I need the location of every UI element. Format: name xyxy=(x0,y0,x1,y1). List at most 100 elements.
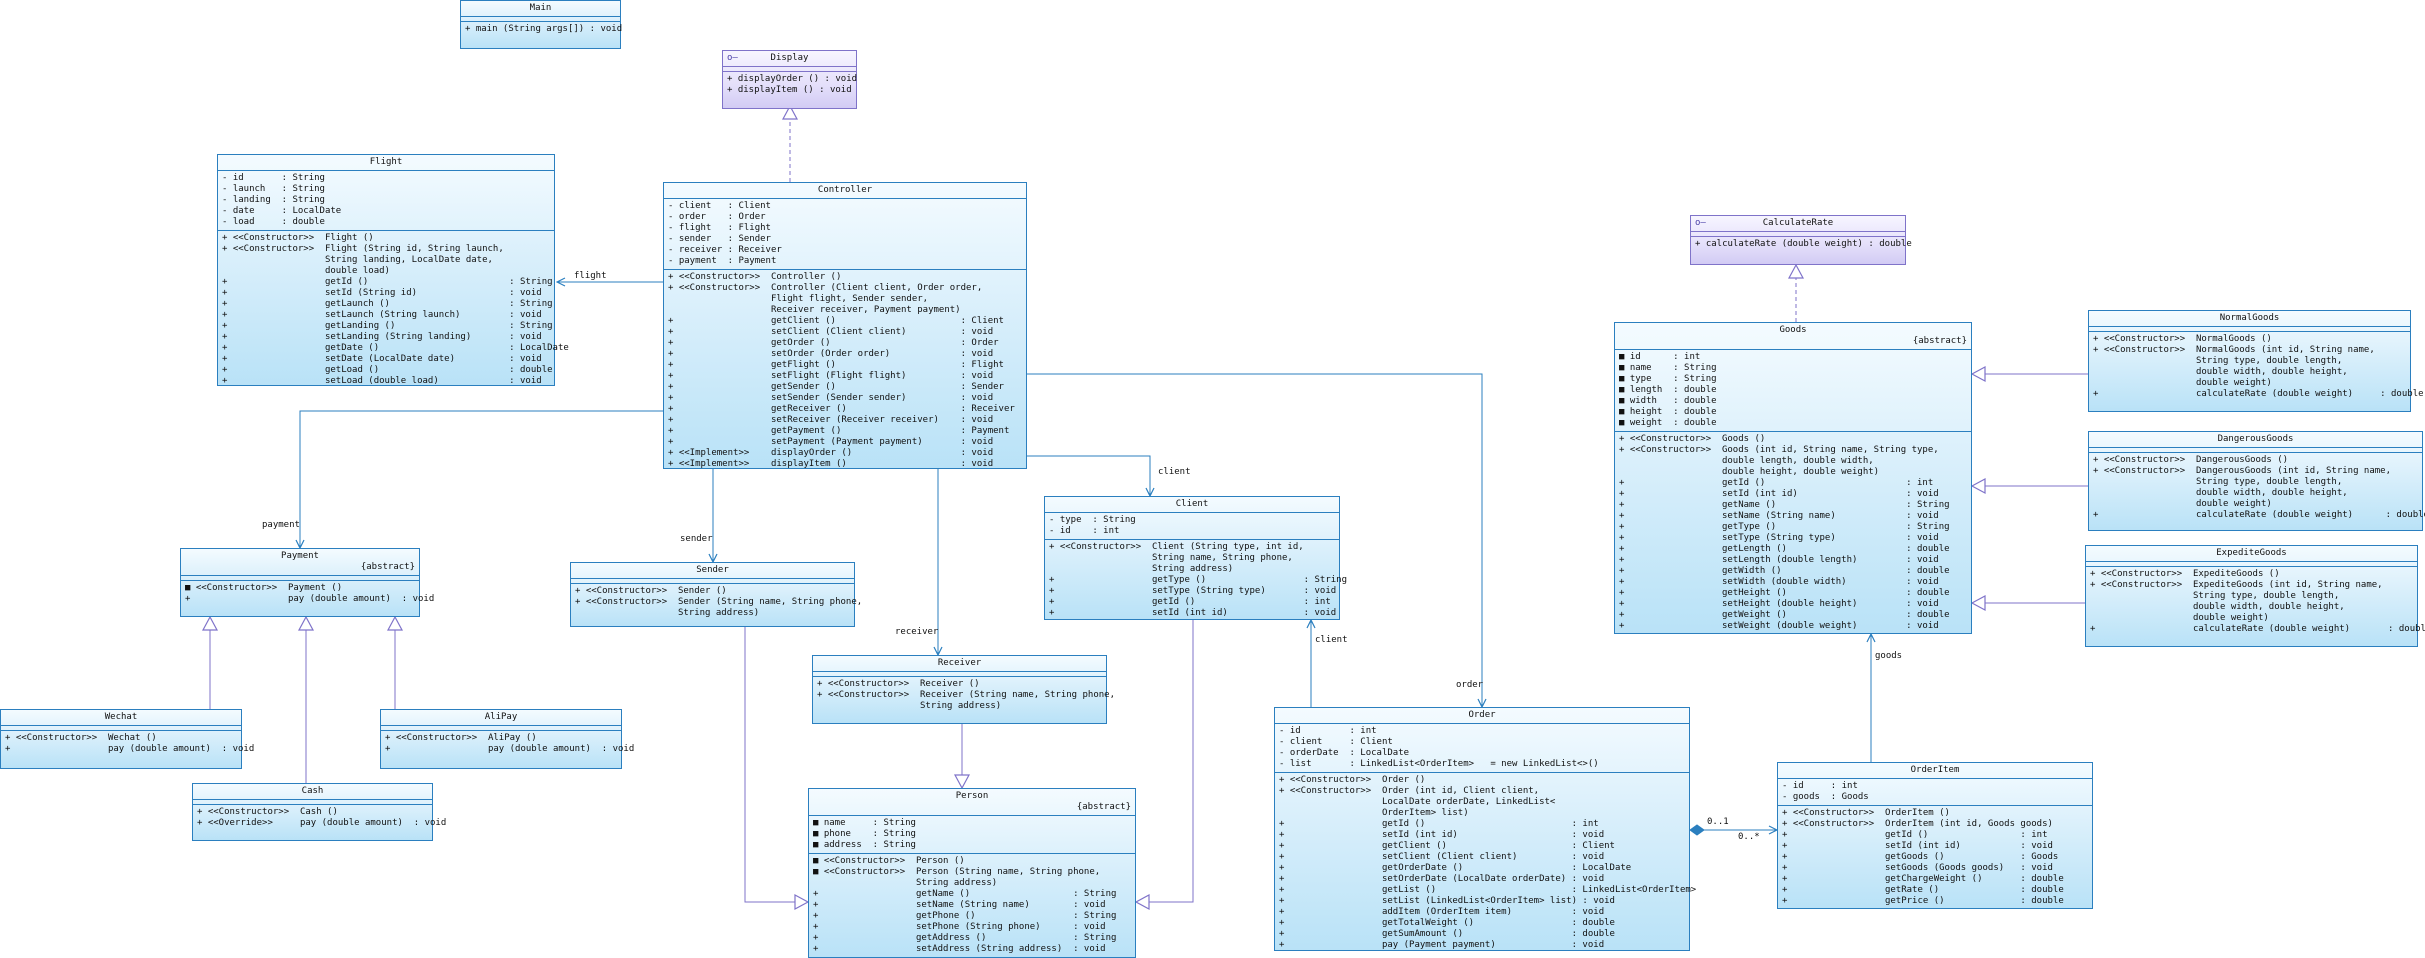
attribute-row[interactable]: - id : String xyxy=(222,173,550,184)
method-row[interactable]: String type, double length, xyxy=(2093,477,2418,488)
method-row[interactable]: String address) xyxy=(817,701,1102,712)
class-controller[interactable]: Controller - client : Client - order : Ord… xyxy=(663,182,1027,469)
method-row[interactable]: + <<Constructor>> Order (int id, Client … xyxy=(1279,786,1685,797)
method-row[interactable]: + setSender (Sender sender) : void xyxy=(668,393,1022,404)
method-row[interactable]: + <<Implement>> displayItem () : void xyxy=(668,459,1022,470)
method-row[interactable]: + getLanding () : String xyxy=(222,321,553,332)
method-row[interactable]: + getPhone () : String xyxy=(813,911,1131,922)
method-row[interactable]: + getOrderDate () : LocalDate xyxy=(1279,863,1685,874)
class-main[interactable]: Main + main (String args[]) : void xyxy=(460,0,622,49)
attribute-row[interactable]: ■ type : String xyxy=(1619,374,1967,385)
interface-calculaterate[interactable]: o— CalculateRate + calculateRate (double w… xyxy=(1690,215,1912,265)
class-client[interactable]: Client - type : String - id : int + <<Const… xyxy=(1044,496,1347,620)
method-row[interactable]: + getId () : int xyxy=(1619,478,1967,489)
method-row[interactable]: OrderItem> list) xyxy=(1279,808,1685,819)
method-row[interactable]: + <<Constructor>> Flight () xyxy=(222,233,550,244)
attribute-row[interactable]: ■ id : int xyxy=(1619,352,1967,363)
method-row[interactable]: + getClient () : Client xyxy=(1279,841,1685,852)
attribute-row[interactable]: - flight : Flight xyxy=(668,223,1022,234)
method-row[interactable]: + <<Constructor>> ExpediteGoods () xyxy=(2090,569,2413,580)
class-receiver[interactable]: Receiver + <<Constructor>> Receiver () + <… xyxy=(812,655,1115,724)
class-cash[interactable]: Cash + <<Constructor>> Cash () + <<Overrid… xyxy=(192,783,446,841)
method-row[interactable]: + <<Constructor>> Goods () xyxy=(1619,434,1967,445)
method-row[interactable]: + main (String args[]) : void xyxy=(465,24,622,35)
method-row[interactable]: + getSender () : Sender xyxy=(668,382,1022,393)
method-row[interactable]: + setReceiver (Receiver receiver) : void xyxy=(668,415,1022,426)
method-row[interactable]: + setLength (double length) : void xyxy=(1619,555,1967,566)
method-row[interactable]: + getGoods () : Goods xyxy=(1782,852,2088,863)
method-row[interactable]: + <<Constructor>> Client (String type, i… xyxy=(1049,542,1335,553)
method-row[interactable]: String landing, LocalDate date, xyxy=(222,255,550,266)
attribute-row[interactable]: - id : int xyxy=(1049,526,1335,537)
method-row[interactable]: + setId (int id) : void xyxy=(1782,841,2088,852)
method-row[interactable]: + pay (double amount) : void xyxy=(5,744,254,755)
attribute-row[interactable]: ■ name : String xyxy=(1619,363,1967,374)
class-goods[interactable]: Goods {abstract} ■ id : int ■ name : String… xyxy=(1614,322,1972,634)
method-row[interactable]: + getPrice () : double xyxy=(1782,896,2088,907)
method-row[interactable]: + getSumAmount () : double xyxy=(1279,929,1685,940)
method-row[interactable]: + pay (double amount) : void xyxy=(185,594,434,605)
method-row[interactable]: + getTotalWeight () : double xyxy=(1279,918,1685,929)
method-row[interactable]: + setWidth (double width) : void xyxy=(1619,577,1967,588)
method-row[interactable]: + setClient (Client client) : void xyxy=(1279,852,1685,863)
attribute-row[interactable]: - load : double xyxy=(222,217,550,228)
method-row[interactable]: String type, double length, xyxy=(2093,356,2406,367)
method-row[interactable]: + <<Constructor>> Order () xyxy=(1279,775,1685,786)
class-wechat[interactable]: Wechat + <<Constructor>> Wechat () + pay (… xyxy=(0,709,254,769)
attribute-row[interactable]: - payment : Payment xyxy=(668,256,1022,267)
attribute-row[interactable]: - receiver : Receiver xyxy=(668,245,1022,256)
interface-display[interactable]: o— Display + displayOrder () : void + displ… xyxy=(722,50,857,109)
method-row[interactable]: + calculateRate (double weight) : double xyxy=(2090,624,2425,635)
method-row[interactable]: + <<Constructor>> Controller () xyxy=(668,272,1022,283)
method-row[interactable]: + setType (String type) : void xyxy=(1619,533,1967,544)
method-row[interactable]: + setId (int id) : void xyxy=(1619,489,1967,500)
attribute-row[interactable]: - client : Client xyxy=(668,201,1022,212)
attribute-row[interactable]: - orderDate : LocalDate xyxy=(1279,748,1685,759)
method-row[interactable]: + getName () : String xyxy=(813,889,1131,900)
attribute-row[interactable]: ■ width : double xyxy=(1619,396,1967,407)
method-row[interactable]: + <<Constructor>> DangerousGoods (int id… xyxy=(2093,466,2418,477)
method-row[interactable]: double height, double weight) xyxy=(1619,467,1967,478)
method-row[interactable]: + <<Constructor>> Flight (String id, Str… xyxy=(222,244,550,255)
method-row[interactable]: + calculateRate (double weight) : double xyxy=(2093,510,2425,521)
attribute-row[interactable]: - id : int xyxy=(1782,781,2088,792)
method-row[interactable]: + getFlight () : Flight xyxy=(668,360,1022,371)
method-row[interactable]: ■ <<Constructor>> Person () xyxy=(813,856,1131,867)
attribute-row[interactable]: - goods : Goods xyxy=(1782,792,2088,803)
method-row[interactable]: + displayItem () : void xyxy=(727,85,852,96)
method-row[interactable]: + getId () : int xyxy=(1782,830,2088,841)
method-row[interactable]: double length, double width, xyxy=(1619,456,1967,467)
method-row[interactable]: + pay (double amount) : void xyxy=(385,744,634,755)
method-row[interactable]: + getWeight () : double xyxy=(1619,610,1967,621)
method-row[interactable]: + <<Constructor>> OrderItem (int id, Goo… xyxy=(1782,819,2088,830)
method-row[interactable]: String address) xyxy=(1049,564,1335,575)
method-row[interactable]: + setType (String type) : void xyxy=(1049,586,1336,597)
attribute-row[interactable]: ■ phone : String xyxy=(813,829,1131,840)
method-row[interactable]: + setPhone (String phone) : void xyxy=(813,922,1131,933)
method-row[interactable]: + <<Constructor>> Sender () xyxy=(575,586,850,597)
method-row[interactable]: + <<Constructor>> NormalGoods (int id, S… xyxy=(2093,345,2406,356)
method-row[interactable]: + setDate (LocalDate date) : void xyxy=(222,354,550,365)
method-row[interactable]: + <<Override>> pay (double amount) : voi… xyxy=(197,818,446,829)
method-row[interactable]: + getList () : LinkedList<OrderItem> xyxy=(1279,885,1696,896)
method-row[interactable]: + setGoods (Goods goods) : void xyxy=(1782,863,2088,874)
method-row[interactable]: + getPayment () : Payment xyxy=(668,426,1022,437)
class-flight[interactable]: Flight - id : String - launch : String - la… xyxy=(217,154,569,386)
method-row[interactable]: ■ <<Constructor>> Person (String name, S… xyxy=(813,867,1131,878)
method-row[interactable]: + getType () : String xyxy=(1049,575,1347,586)
method-row[interactable]: double weight) xyxy=(2093,378,2406,389)
method-row[interactable]: + <<Constructor>> Sender (String name, S… xyxy=(575,597,862,608)
attribute-row[interactable]: ■ weight : double xyxy=(1619,418,1967,429)
method-row[interactable]: + setId (int id) : void xyxy=(1279,830,1685,841)
class-orderitem[interactable]: OrderItem - id : int - goods : Goods + <<Co… xyxy=(1777,762,2093,909)
method-row[interactable]: + getWidth () : double xyxy=(1619,566,1967,577)
class-normalgoods[interactable]: NormalGoods + <<Constructor>> NormalGoods… xyxy=(2088,310,2424,412)
method-row[interactable]: double width, double height, xyxy=(2090,602,2413,613)
attribute-row[interactable]: - launch : String xyxy=(222,184,550,195)
attribute-row[interactable]: - type : String xyxy=(1049,515,1335,526)
method-row[interactable]: + setName (String name) : void xyxy=(813,900,1131,911)
attribute-row[interactable]: - list : LinkedList<OrderItem> = new Lin… xyxy=(1279,759,1685,770)
method-row[interactable]: + setId (String id) : void xyxy=(222,288,550,299)
method-row[interactable]: + <<Constructor>> OrderItem () xyxy=(1782,808,2088,819)
method-row[interactable]: + <<Constructor>> Receiver (String name,… xyxy=(817,690,1115,701)
